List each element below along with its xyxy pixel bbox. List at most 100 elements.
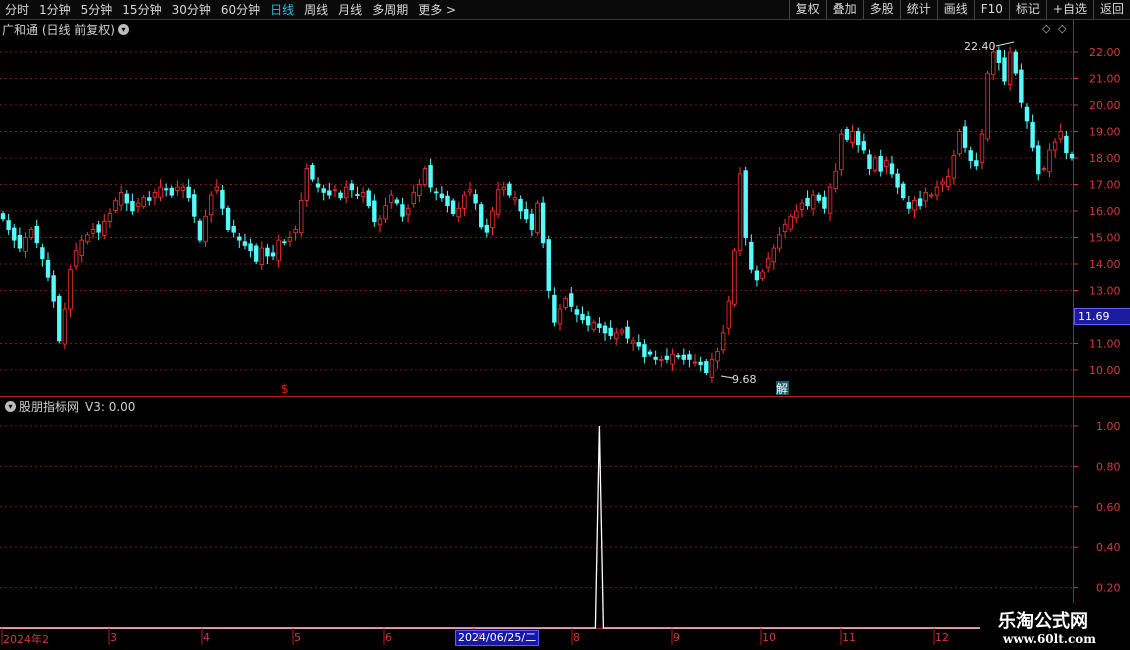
candle-body	[34, 225, 39, 244]
candle-body	[962, 126, 968, 148]
candle-body	[996, 50, 1002, 63]
candle-body	[135, 202, 141, 207]
candle-body	[68, 268, 73, 310]
candle-body	[720, 332, 726, 351]
low-price-label: 9.68	[732, 373, 757, 386]
candle-body	[743, 170, 748, 238]
candle-body	[1047, 149, 1052, 173]
candle-body	[85, 234, 90, 243]
price-axis-label: 15.00	[1089, 232, 1121, 245]
candle-body	[951, 154, 957, 179]
candle-body	[901, 183, 906, 199]
candle-body	[979, 133, 985, 164]
candle-body	[569, 293, 574, 307]
current-price-tag: 11.69	[1074, 308, 1130, 325]
high-pointer	[995, 41, 1015, 47]
date-axis-label: 11	[842, 631, 856, 644]
candle-body	[692, 361, 698, 364]
candle-body	[957, 131, 962, 155]
candle-body	[524, 209, 529, 220]
candle-body	[57, 295, 62, 342]
candle-body	[917, 198, 923, 207]
candle-body	[760, 271, 765, 279]
candle-body	[462, 194, 467, 209]
candle-body	[237, 236, 242, 241]
candle-body	[192, 194, 197, 217]
candle-body	[124, 193, 129, 204]
candle-body	[270, 252, 276, 257]
candle-body	[372, 200, 377, 222]
watermark-url: www.60lt.com	[1003, 632, 1096, 646]
candle-body	[439, 193, 445, 199]
candle-body	[383, 205, 388, 220]
candle-body	[816, 194, 822, 201]
candle-body	[304, 168, 310, 201]
candle-body	[417, 184, 422, 197]
candle-body	[687, 354, 692, 360]
candle-body	[130, 201, 135, 212]
candle-body	[732, 250, 737, 305]
candle-body	[445, 195, 450, 207]
date-axis-label: 6	[385, 631, 392, 644]
candle-body	[856, 131, 861, 146]
candle-body	[389, 194, 394, 203]
candle-body	[878, 156, 883, 172]
candle-body	[175, 186, 180, 191]
candle-body	[1036, 145, 1041, 175]
candle-body	[946, 176, 951, 188]
price-axis-label: 13.00	[1089, 285, 1121, 298]
candle-body	[231, 225, 236, 233]
candle-body	[1013, 51, 1018, 74]
candle-body	[681, 354, 686, 360]
candle-body	[225, 207, 231, 230]
candle-body	[647, 351, 653, 355]
candle-body	[147, 197, 152, 201]
candle-body	[169, 187, 174, 196]
candle-body	[113, 199, 118, 211]
candle-body	[338, 192, 343, 199]
candle-body	[405, 207, 411, 216]
candle-body	[327, 190, 332, 196]
candle-body	[659, 358, 664, 361]
candle-body	[552, 294, 557, 323]
candle-body	[850, 131, 855, 144]
price-axis-label: 18.00	[1089, 152, 1121, 165]
candle-body	[141, 197, 146, 207]
candle-body	[709, 358, 715, 378]
candle-body	[642, 344, 647, 358]
candle-body	[726, 300, 731, 329]
candle-body	[45, 259, 51, 278]
candle-body	[968, 150, 973, 162]
date-axis-label: 9	[673, 631, 680, 644]
candle-body	[822, 196, 827, 209]
candle-body	[73, 250, 79, 267]
candle-body	[585, 316, 591, 326]
candle-body	[529, 213, 535, 230]
date-axis-label: 7	[475, 631, 482, 644]
candle-body	[1024, 106, 1030, 122]
candle-body	[344, 186, 349, 199]
candle-body	[574, 309, 580, 315]
candle-body	[794, 210, 799, 219]
candle-body	[360, 192, 366, 198]
candle-body	[974, 160, 979, 167]
candle-body	[473, 194, 478, 204]
candle-body	[991, 51, 996, 76]
candle-body	[923, 192, 928, 202]
candle-body	[276, 239, 281, 262]
candle-body	[844, 128, 850, 140]
candle-body	[23, 237, 28, 252]
candle-body	[79, 239, 84, 256]
date-axis-label: 5	[294, 631, 301, 644]
candle-body	[12, 227, 17, 241]
price-chart[interactable]: 22.00 21.00 20.00 19.00 18.00 17.00 16.00 15.00…	[0, 0, 1130, 650]
candle-body	[737, 173, 743, 252]
candle-body	[675, 355, 681, 358]
candle-body	[1002, 57, 1007, 82]
candle-body	[208, 194, 214, 216]
candle-body	[715, 351, 720, 362]
candle-body	[535, 202, 540, 234]
candle-body	[422, 168, 428, 185]
candle-body	[197, 220, 203, 241]
candle-body	[490, 210, 495, 228]
